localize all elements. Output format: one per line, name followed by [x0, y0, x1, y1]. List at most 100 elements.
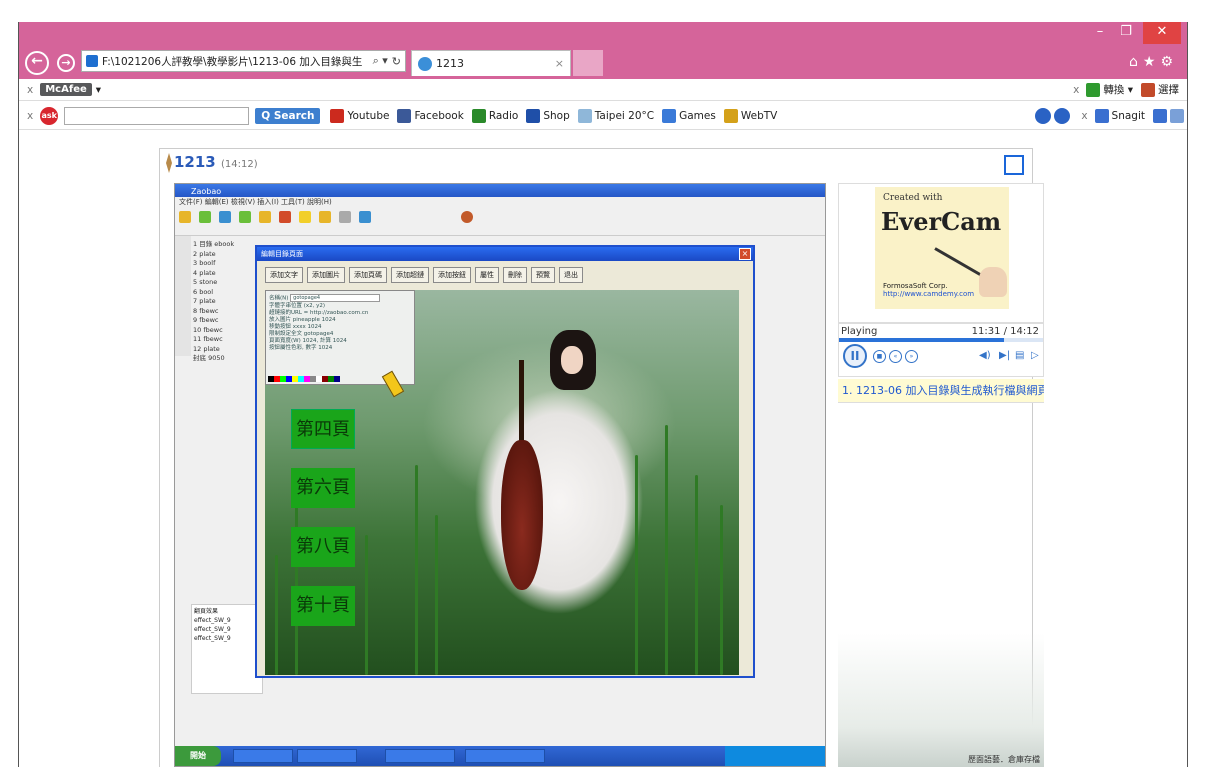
reed [665, 425, 668, 675]
snagit-button[interactable]: Snagit [1094, 108, 1145, 123]
gear-icon[interactable]: ⚙ [1160, 54, 1178, 70]
bookmark-webtv[interactable]: WebTV [723, 108, 778, 123]
cello-neck [519, 360, 524, 450]
toolbar-icon [239, 211, 251, 223]
refresh-icon[interactable]: ↻ [392, 55, 401, 68]
playlist-item[interactable]: 1. 1213-06 加入目錄與生成執行檔與網頁檔 [838, 379, 1044, 403]
video-frame[interactable]: Zaobao 文件(F) 編輯(E) 檢視(V) 插入(I) 工具(T) 說明(… [174, 183, 826, 767]
minimize-button[interactable]: – [1089, 22, 1111, 44]
maximize-button[interactable]: ❐ [1115, 22, 1137, 44]
plus-icon[interactable] [1035, 107, 1052, 124]
bookmark-weather[interactable]: Taipei 20°C [577, 108, 654, 123]
bookmark-radio[interactable]: Radio [471, 108, 519, 123]
home-icon[interactable]: ⌂ [1129, 54, 1143, 70]
stop-button[interactable]: ■ [873, 350, 886, 363]
bookmark-youtube[interactable]: Youtube [330, 108, 390, 123]
favorites-icon[interactable]: ★ [1143, 54, 1161, 70]
reed [275, 555, 278, 675]
facebook-icon [397, 108, 412, 123]
address-bar[interactable]: F:\1021206人評教學\教學影片\1213-06 加入目錄與生 ⌕ ▾ ↻ [81, 50, 406, 72]
popup-label: 名稱(N) [269, 295, 289, 302]
toolbar-close-icon[interactable]: x [1073, 84, 1079, 96]
new-tab-button[interactable] [573, 50, 603, 76]
toc-icon[interactable]: ▤ [1015, 350, 1024, 361]
toolbar-icon [179, 211, 191, 223]
popup-line: 超鏈接的URL = http://zaobao.com.cn [269, 309, 369, 316]
dialog-close-icon: × [739, 248, 751, 260]
toolbar-search-input[interactable] [64, 106, 250, 125]
volume-icon[interactable]: ◀) [979, 350, 991, 361]
tab-close-icon[interactable]: × [555, 57, 564, 70]
bookmark-label: Youtube [347, 109, 390, 122]
bookmark-label: WebTV [740, 109, 778, 122]
search-icon[interactable]: ⌕ ▾ [373, 54, 388, 68]
page-title: 1213 (14:12) [174, 153, 258, 171]
tab-label: 1213 [436, 57, 464, 70]
toolbar-icon [199, 211, 211, 223]
reed [635, 455, 638, 675]
popup-input: gotopage4 [290, 294, 381, 302]
toolbar-icon [259, 211, 271, 223]
back-button[interactable]: ← [25, 51, 49, 75]
reed [695, 475, 698, 675]
toolbar-close-icon[interactable]: x [1081, 110, 1087, 122]
snagit-edit-icon[interactable] [1170, 108, 1184, 123]
reed [415, 465, 418, 675]
user-icon [461, 211, 473, 223]
fullscreen-icon[interactable] [1004, 155, 1024, 175]
forward-button[interactable]: → [57, 54, 75, 72]
pause-button[interactable]: II [843, 344, 867, 368]
snagit-window-icon[interactable] [1153, 108, 1167, 123]
progress-fill [839, 338, 1005, 342]
dialog-button: 添加超鏈 [391, 267, 429, 283]
close-button[interactable]: ✕ [1143, 22, 1181, 44]
toolbar-icon [279, 211, 291, 223]
mcafee-button[interactable]: McAfee [40, 83, 92, 96]
bookmark-shop[interactable]: Shop [526, 108, 570, 123]
recorded-sidebar [175, 236, 191, 356]
title-bar: ← → F:\1021206人評教學\教學影片\1213-06 加入目錄與生 ⌕… [19, 22, 1187, 79]
toolbar-icon [359, 211, 371, 223]
playback-status: Playing [841, 326, 878, 337]
color-palette [268, 376, 340, 382]
tab-1213[interactable]: 1213 × [411, 50, 571, 76]
lesson-title: 1213 [174, 153, 216, 171]
recorded-menu-bar: 文件(F) 編輯(E) 檢視(V) 插入(I) 工具(T) 說明(H) [179, 198, 332, 206]
dialog-button: 添加按鈕 [433, 267, 471, 283]
fast-forward-button[interactable]: » [905, 350, 918, 363]
address-text: F:\1021206人評教學\教學影片\1213-06 加入目錄與生 [102, 55, 363, 68]
rewind-button[interactable]: « [889, 350, 902, 363]
bookmark-games[interactable]: Games [662, 108, 716, 123]
toolbar-close-icon[interactable]: x [27, 84, 33, 96]
taskbar-task [297, 749, 357, 763]
browser-window: ← → F:\1021206人評教學\教學影片\1213-06 加入目錄與生 ⌕… [18, 22, 1188, 767]
translate-icon [1086, 82, 1101, 97]
ask-toolbar: x ask Q Search Youtube Facebook Radio Sh… [19, 102, 1187, 130]
reed [720, 505, 723, 675]
dropdown-icon[interactable]: ▾ [96, 84, 101, 96]
bookmark-facebook[interactable]: Facebook [397, 108, 464, 123]
popup-line: 按鈕屬性色彩, 數字 1024 [269, 344, 333, 351]
dialog-button: 預覽 [531, 267, 555, 283]
pen-icon [166, 153, 172, 173]
landscape-caption: 歷面語藝．倉庫存檔 [968, 755, 1040, 764]
start-button: 開始 [175, 746, 221, 766]
progress-bar[interactable] [839, 338, 1043, 342]
page-button-8: 第八頁 [291, 527, 355, 567]
decorative-landscape: 歷面語藝．倉庫存檔 [838, 633, 1044, 767]
toolbar-close-icon[interactable]: x [27, 110, 33, 122]
select-button[interactable]: 選擇 [1141, 82, 1179, 97]
taskbar-task [233, 749, 293, 763]
evercam-url[interactable]: http://www.camdemy.com [883, 290, 974, 298]
search-button[interactable]: Q Search [255, 107, 321, 124]
popup-line: 移動按鈕 xxxx 1024 [269, 323, 322, 330]
next-icon[interactable]: ▶| [999, 350, 1010, 361]
search-icon[interactable] [1054, 107, 1071, 124]
translate-button[interactable]: 轉換 ▾ [1086, 82, 1133, 97]
pointer-icon[interactable]: ▷ [1031, 350, 1039, 361]
toolbar-icon [219, 211, 231, 223]
evercam-banner: Created with EverCam FormosaSoft Corp. ht… [838, 183, 1044, 323]
dialog-button: 退出 [559, 267, 583, 283]
bookmark-label: Radio [488, 109, 519, 122]
reed [365, 535, 368, 675]
